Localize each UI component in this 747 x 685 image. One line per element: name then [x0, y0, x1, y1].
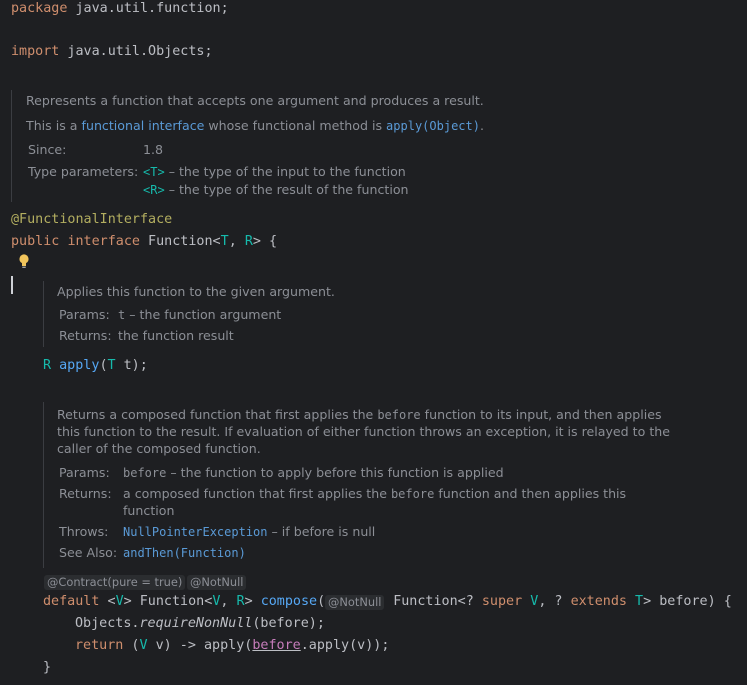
doc-summary: Represents a function that accepts one a…: [26, 93, 484, 108]
param-t: t – the function argument: [118, 307, 282, 322]
params-label: Params:: [59, 465, 110, 480]
params-label: Params:: [59, 307, 110, 322]
interface-declaration: public interface Function<T, R> {: [11, 234, 278, 249]
notnull-inlay[interactable]: @NotNull: [187, 575, 247, 590]
param-notnull-inlay[interactable]: @NotNull: [325, 595, 385, 610]
since-value: 1.8: [143, 142, 164, 157]
and-then-link[interactable]: andThen(Function): [123, 546, 246, 560]
return-line: return (V v) -> apply(before.apply(v));: [75, 638, 390, 653]
returns-text-cont: function: [123, 503, 175, 518]
compose-doc-line-1: Returns a composed function that first a…: [57, 407, 662, 422]
contract-inlay[interactable]: @Contract(pure = true): [44, 575, 186, 590]
apply-javadoc: Applies this function to the given argum…: [43, 281, 644, 347]
closing-brace: }: [43, 660, 52, 675]
functional-interface-annotation: @FunctionalInterface: [11, 212, 173, 227]
npe-link[interactable]: NullPointerException: [123, 525, 268, 539]
compose-doc-line-3: caller of the composed function.: [57, 441, 261, 456]
compose-doc-line-2: this function to the result. If evaluati…: [57, 424, 670, 439]
apply-method: R apply(T t);: [43, 358, 148, 373]
see-also-label: See Also:: [59, 545, 118, 560]
type-param-t: <T> – the type of the input to the funct…: [143, 164, 406, 179]
require-non-null-line: Objects.requireNonNull(before);: [75, 616, 325, 631]
returns-text: a composed function that first applies t…: [123, 486, 627, 501]
see-also-link: andThen(Function): [123, 545, 246, 560]
functional-interface-link[interactable]: functional interface: [82, 118, 205, 133]
package-line: package java.util.function;: [11, 1, 229, 16]
import-line: import java.util.Objects;: [11, 44, 213, 59]
compose-method-signature: default <V> Function<V, R> compose(Funct…: [43, 594, 732, 609]
param-before: before – the function to apply before th…: [123, 465, 504, 480]
returns-label: Returns:: [59, 486, 112, 501]
type-params-label: Type parameters:: [28, 164, 139, 179]
throws-label: Throws:: [59, 524, 109, 539]
compose-javadoc: Returns a composed function that first a…: [43, 402, 704, 568]
type-param-r: <R> – the type of the result of the func…: [143, 182, 409, 197]
interface-javadoc: Represents a function that accepts one a…: [11, 90, 712, 202]
text-caret: [11, 276, 13, 294]
throws-npe: NullPointerException – if before is null: [123, 524, 376, 539]
apply-doc-summary: Applies this function to the given argum…: [57, 284, 335, 299]
returns-label: Returns:: [59, 328, 112, 343]
returns-text: the function result: [118, 328, 234, 343]
since-label: Since:: [28, 142, 67, 157]
doc-functional-line: This is a functional interface whose fun…: [26, 118, 484, 133]
apply-object-link[interactable]: apply(Object): [386, 119, 480, 133]
lightbulb-icon[interactable]: [18, 253, 30, 271]
